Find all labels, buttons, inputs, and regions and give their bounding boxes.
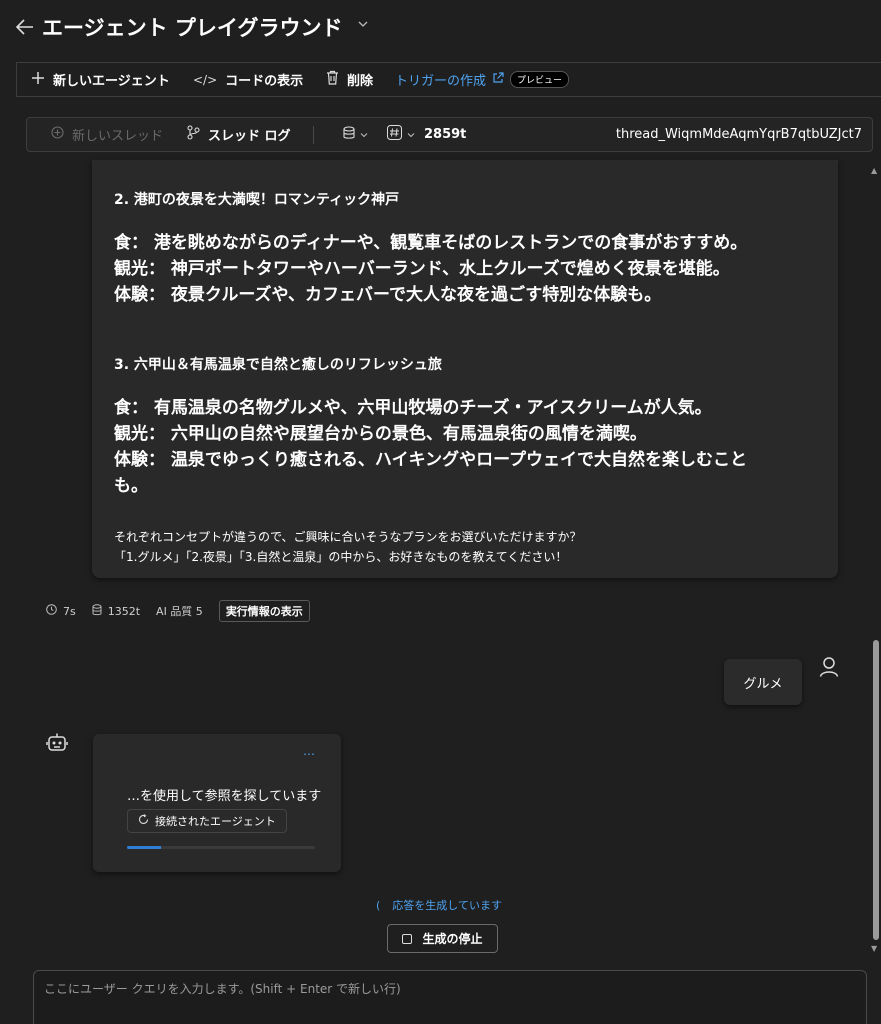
hash-icon bbox=[387, 125, 402, 144]
token-count: 2859t bbox=[424, 127, 467, 142]
message-line: 食： 有馬温泉の名物グルメや、六甲山牧場のチーズ・アイスクリームが人気。 bbox=[114, 398, 712, 418]
scrollbar-thumb[interactable] bbox=[873, 640, 879, 940]
message-line: 観光： 神戸ポートタワーやハーバーランド、水上クルーズで煌めく夜景を堪能。 bbox=[114, 259, 730, 279]
generating-status: ( 応答を生成しています bbox=[376, 897, 502, 913]
new-thread-label: 新しいスレッド bbox=[72, 129, 164, 144]
message-line: 体験： 温泉でゆっくり癒される、ハイキングやロープウェイで大自然を楽しむこと bbox=[114, 450, 748, 470]
chevron-down-icon[interactable] bbox=[358, 17, 368, 31]
trash-icon bbox=[326, 70, 339, 89]
stop-icon bbox=[402, 933, 413, 944]
ai-quality-stat: AI 品質 5 bbox=[156, 605, 203, 618]
more-options-icon[interactable]: … bbox=[303, 744, 316, 758]
stop-generation-label: 生成の停止 bbox=[422, 932, 483, 946]
preview-badge: プレビュー bbox=[510, 71, 570, 88]
database-icon bbox=[343, 125, 355, 144]
tokens-value: 1352t bbox=[107, 604, 141, 618]
stop-generation-button[interactable]: 生成の停止 bbox=[387, 924, 498, 953]
connected-agent-label: 接続されたエージェント bbox=[155, 815, 276, 828]
create-trigger-link[interactable]: トリガーの作成 プレビュー bbox=[395, 63, 570, 96]
thread-id: thread_WiqmMdeAqmYqrB7qtbUZJct7 bbox=[615, 127, 862, 142]
duration-stat: 7s bbox=[46, 604, 76, 618]
query-input-container bbox=[33, 970, 867, 1024]
thinking-status: …を使用して参照を探しています bbox=[127, 789, 322, 804]
create-trigger-label: トリガーの作成 bbox=[395, 74, 487, 89]
closing-line: それぞれコンセプトが違うので、ご興味に合いそうなプランをお選びいただけますか？ bbox=[114, 530, 582, 544]
external-link-icon bbox=[492, 71, 504, 88]
scroll-up-icon[interactable]: ▲ bbox=[871, 166, 877, 175]
branch-icon bbox=[187, 125, 200, 144]
person-icon bbox=[818, 656, 840, 678]
divider bbox=[313, 126, 314, 144]
agent-thinking-card: … …を使用して参照を探しています 接続されたエージェント bbox=[93, 734, 341, 872]
message-stats: 7s 1352t AI 品質 5 実行情報の表示 bbox=[46, 600, 310, 622]
user-message: グルメ bbox=[724, 659, 802, 705]
run-info-button[interactable]: 実行情報の表示 bbox=[218, 600, 310, 622]
hash-dropdown[interactable] bbox=[387, 118, 415, 151]
section-title: 2. 港町の夜景を大満喫！ロマンティック神戸 bbox=[114, 192, 400, 208]
progress-fill bbox=[127, 846, 161, 849]
new-agent-button[interactable]: 新しいエージェント bbox=[31, 63, 170, 96]
query-input[interactable] bbox=[34, 971, 866, 1024]
new-agent-label: 新しいエージェント bbox=[53, 74, 170, 89]
plus-circle-icon bbox=[51, 126, 64, 143]
thread-bar: 新しいスレッド スレッド ログ 2859t thread_WiqmMdeAqmY… bbox=[26, 117, 873, 152]
message-line: 観光： 六甲山の自然や展望台からの景色、有馬温泉街の風情を満喫。 bbox=[114, 424, 647, 444]
spinner-icon: ( bbox=[376, 899, 381, 912]
generating-label: 応答を生成しています bbox=[392, 899, 502, 912]
message-line: 体験： 夜景クルーズや、カフェバーで大人な夜を過ごす特別な体験も。 bbox=[114, 285, 662, 305]
view-code-label: コードの表示 bbox=[225, 74, 304, 89]
delete-button[interactable]: 削除 bbox=[326, 63, 373, 96]
database-icon bbox=[92, 603, 102, 619]
thinking-progress-bar bbox=[127, 846, 315, 849]
bot-icon bbox=[46, 732, 68, 754]
tokens-stat: 1352t bbox=[92, 603, 141, 619]
message-line: 食： 港を眺めながらのディナーや、観覧車そばのレストランでの食事がおすすめ。 bbox=[114, 233, 748, 253]
new-thread-button[interactable]: 新しいスレッド bbox=[51, 118, 163, 151]
closing-line: 「1.グルメ」「2.夜景」「3.自然と温泉」の中から、お好きなものを教えてくださ… bbox=[114, 550, 568, 564]
arrow-left-icon[interactable] bbox=[16, 14, 38, 40]
plus-icon bbox=[31, 71, 45, 89]
database-dropdown[interactable] bbox=[343, 118, 368, 151]
connected-agent-chip[interactable]: 接続されたエージェント bbox=[127, 809, 287, 833]
view-code-button[interactable]: </> コードの表示 bbox=[193, 63, 303, 96]
assistant-message: 2. 港町の夜景を大満喫！ロマンティック神戸 食： 港を眺めながらのディナーや、… bbox=[92, 160, 838, 578]
duration-value: 7s bbox=[63, 604, 76, 618]
code-icon: </> bbox=[193, 72, 218, 87]
chevron-down-icon bbox=[407, 127, 415, 142]
refresh-icon bbox=[138, 814, 149, 828]
delete-label: 削除 bbox=[347, 74, 374, 89]
thread-log-button[interactable]: スレッド ログ bbox=[187, 118, 291, 151]
page-title: エージェント プレイグラウンド bbox=[42, 16, 343, 40]
clock-icon bbox=[46, 604, 57, 618]
section-title: 3. 六甲山＆有馬温泉で自然と癒しのリフレッシュ旅 bbox=[114, 357, 442, 373]
message-line: も。 bbox=[114, 476, 148, 496]
scroll-down-icon[interactable]: ▼ bbox=[871, 944, 877, 953]
agent-toolbar: 新しいエージェント </> コードの表示 削除 トリガーの作成 プレビュー bbox=[16, 62, 881, 97]
thread-log-label: スレッド ログ bbox=[208, 129, 291, 144]
chevron-down-icon bbox=[360, 127, 368, 142]
